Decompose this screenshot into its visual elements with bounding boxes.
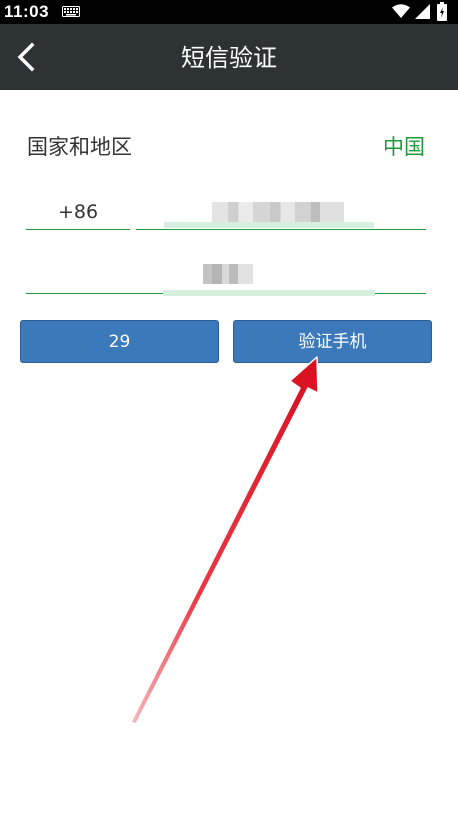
region-selector[interactable]: 中国: [383, 133, 425, 161]
top-app-bar: 短信验证: [0, 24, 458, 90]
battery-icon: [437, 2, 447, 21]
sms-verification-screen: 11:03 短信验证 国家和地区 中国 +86 29 验证手机: [0, 0, 458, 820]
region-label: 国家和地区: [27, 135, 132, 159]
redacted-code: [203, 264, 253, 284]
country-code-field[interactable]: +86: [26, 196, 130, 230]
status-time: 11:03: [4, 2, 50, 21]
page-title: 短信验证: [181, 44, 277, 72]
verification-code-input[interactable]: [26, 258, 426, 296]
redacted-phone-number: [212, 202, 344, 222]
signal-icon: [415, 4, 430, 19]
phone-number-input[interactable]: [136, 196, 426, 230]
field-highlight: [164, 222, 374, 228]
wifi-icon: [392, 4, 410, 18]
verify-phone-button[interactable]: 验证手机: [233, 320, 432, 363]
resend-countdown-button[interactable]: 29: [20, 320, 219, 363]
annotation-arrow: [130, 356, 319, 725]
status-bar: 11:03: [0, 0, 458, 24]
field-highlight: [163, 290, 375, 296]
keyboard-icon: [62, 6, 80, 17]
